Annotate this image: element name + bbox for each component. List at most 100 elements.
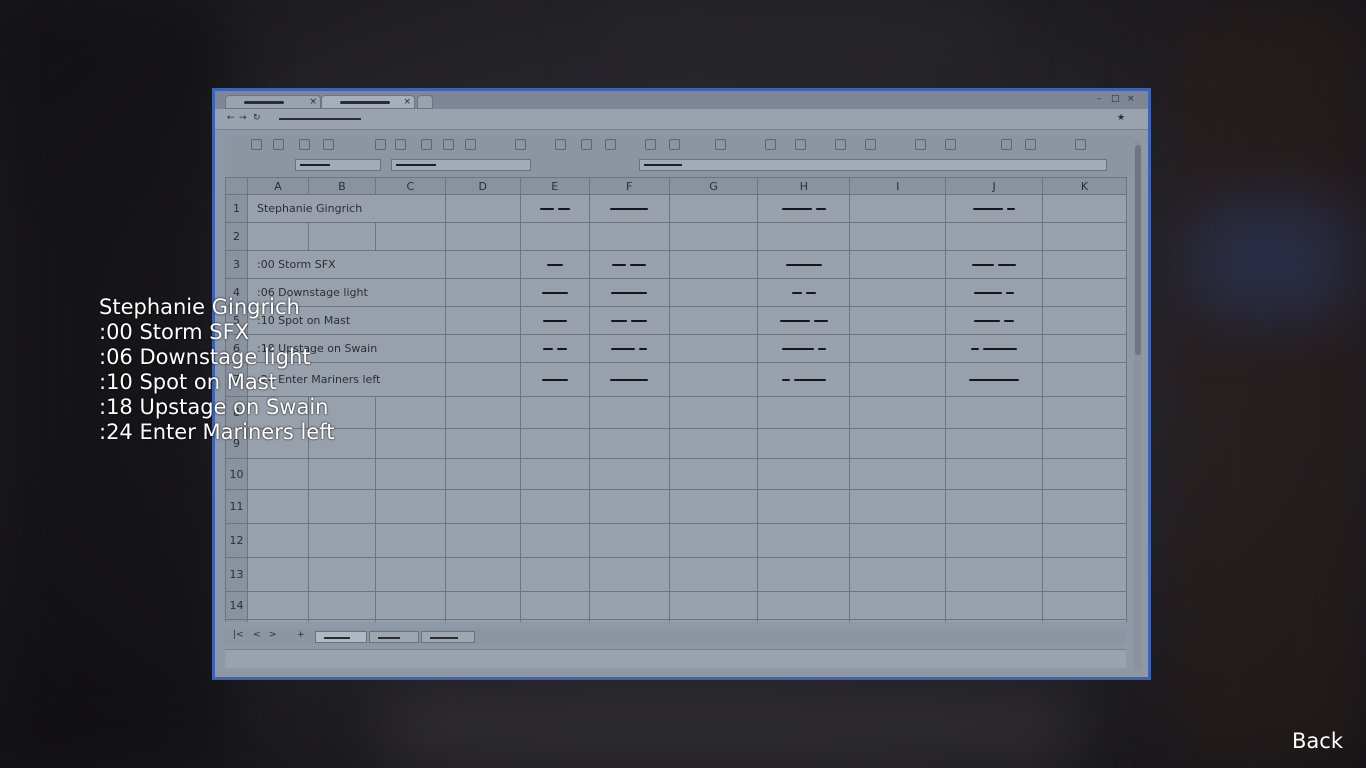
grid-cell[interactable]: [757, 458, 851, 490]
grid-cell[interactable]: [668, 278, 759, 307]
grid-cell[interactable]: [519, 523, 590, 558]
grid-cell[interactable]: [519, 619, 590, 622]
column-header[interactable]: J: [945, 177, 1044, 195]
column-header[interactable]: F: [588, 177, 670, 195]
grid-cell[interactable]: [757, 489, 851, 524]
grid-cell[interactable]: [246, 619, 309, 622]
grid-cell[interactable]: [588, 557, 670, 592]
grid-cell[interactable]: [588, 250, 670, 279]
grid-cell[interactable]: [444, 278, 521, 307]
grid-cell[interactable]: [849, 619, 947, 622]
grid-cell[interactable]: [945, 458, 1044, 490]
grid-cell[interactable]: [945, 523, 1044, 558]
grid-cell[interactable]: [757, 222, 851, 251]
grid-cell[interactable]: [668, 557, 759, 592]
toolbar-icon[interactable]: [945, 139, 956, 150]
row-header[interactable]: 12: [225, 523, 248, 558]
grid-cell[interactable]: [519, 557, 590, 592]
toolbar-icon[interactable]: [555, 139, 566, 150]
column-header[interactable]: K: [1042, 177, 1127, 195]
grid-cell[interactable]: [668, 523, 759, 558]
grid-cell[interactable]: [588, 334, 670, 363]
grid-cell[interactable]: [1042, 619, 1127, 622]
grid-cell[interactable]: [1042, 194, 1127, 223]
toolbar-icon[interactable]: [465, 139, 476, 150]
sheet-tab[interactable]: [315, 631, 367, 643]
row-header[interactable]: 1: [225, 194, 248, 223]
grid-cell[interactable]: [1042, 428, 1127, 459]
grid-cell[interactable]: [588, 278, 670, 307]
grid-cell[interactable]: [945, 591, 1044, 620]
column-header[interactable]: D: [444, 177, 521, 195]
grid-cell[interactable]: [246, 222, 309, 251]
grid-cell[interactable]: [307, 458, 376, 490]
grid-cell[interactable]: [519, 250, 590, 279]
grid-cell[interactable]: [849, 278, 947, 307]
toolbar-icon[interactable]: [915, 139, 926, 150]
grid-cell[interactable]: [757, 591, 851, 620]
toolbar-icon[interactable]: [835, 139, 846, 150]
grid-cell[interactable]: [588, 458, 670, 490]
column-header[interactable]: E: [519, 177, 590, 195]
row-header[interactable]: 13: [225, 557, 248, 592]
grid-cell[interactable]: [1042, 396, 1127, 429]
grid-cell[interactable]: [849, 458, 947, 490]
grid-cell[interactable]: [757, 557, 851, 592]
grid-cell[interactable]: [849, 194, 947, 223]
grid-cell[interactable]: [444, 334, 521, 363]
grid-cell[interactable]: [519, 278, 590, 307]
grid-cell[interactable]: [374, 396, 446, 429]
grid-cell[interactable]: [757, 278, 851, 307]
maximize-icon[interactable]: □: [1111, 94, 1120, 104]
grid-cell[interactable]: [1042, 557, 1127, 592]
grid-cell[interactable]: [757, 306, 851, 335]
forward-arrow-icon[interactable]: →: [239, 113, 247, 123]
grid-cell[interactable]: [307, 557, 376, 592]
toolbar-icon[interactable]: [605, 139, 616, 150]
vertical-scrollbar[interactable]: [1134, 141, 1142, 671]
grid-cell[interactable]: [374, 428, 446, 459]
grid-cell[interactable]: [307, 619, 376, 622]
toolbar-icon[interactable]: [581, 139, 592, 150]
grid-cell[interactable]: [1042, 458, 1127, 490]
grid-cell[interactable]: [945, 306, 1044, 335]
grid-cell[interactable]: [1042, 306, 1127, 335]
toolbar-icon[interactable]: [645, 139, 656, 150]
toolbar-icon[interactable]: [765, 139, 776, 150]
browser-tab[interactable]: ×: [225, 95, 321, 109]
address-bar[interactable]: ← → ↻ ★: [215, 109, 1148, 130]
column-header[interactable]: G: [668, 177, 759, 195]
grid-cell[interactable]: [945, 428, 1044, 459]
grid-cell[interactable]: [1042, 222, 1127, 251]
grid-cell[interactable]: [374, 619, 446, 622]
grid-cell[interactable]: [444, 396, 521, 429]
toolbar-icon[interactable]: [251, 139, 262, 150]
minimize-icon[interactable]: –: [1097, 94, 1102, 104]
column-header[interactable]: A: [246, 177, 309, 195]
grid-cell[interactable]: [849, 250, 947, 279]
grid-cell[interactable]: [1042, 523, 1127, 558]
scrollbar-thumb[interactable]: [1135, 145, 1141, 355]
grid-cell[interactable]: [849, 489, 947, 524]
first-sheet-icon[interactable]: |<: [233, 630, 244, 640]
toolbar-icon[interactable]: [395, 139, 406, 150]
next-sheet-icon[interactable]: >: [269, 630, 277, 640]
grid-cell[interactable]: [444, 591, 521, 620]
close-icon[interactable]: ×: [309, 96, 317, 108]
row-header[interactable]: 14: [225, 591, 248, 620]
grid-cell[interactable]: [945, 396, 1044, 429]
grid-cell[interactable]: [519, 194, 590, 223]
grid-cell[interactable]: [668, 250, 759, 279]
grid-cell[interactable]: [668, 396, 759, 429]
grid-cell[interactable]: [757, 523, 851, 558]
grid-cell[interactable]: [945, 222, 1044, 251]
grid-cell[interactable]: [444, 458, 521, 490]
toolbar-icon[interactable]: [1001, 139, 1012, 150]
close-icon[interactable]: ×: [403, 96, 411, 108]
grid-cell[interactable]: [444, 557, 521, 592]
grid-cell[interactable]: [945, 557, 1044, 592]
toolbar-icon[interactable]: [299, 139, 310, 150]
row-header[interactable]: 3: [225, 250, 248, 279]
grid-cell[interactable]: [588, 222, 670, 251]
grid-cell[interactable]: [519, 396, 590, 429]
